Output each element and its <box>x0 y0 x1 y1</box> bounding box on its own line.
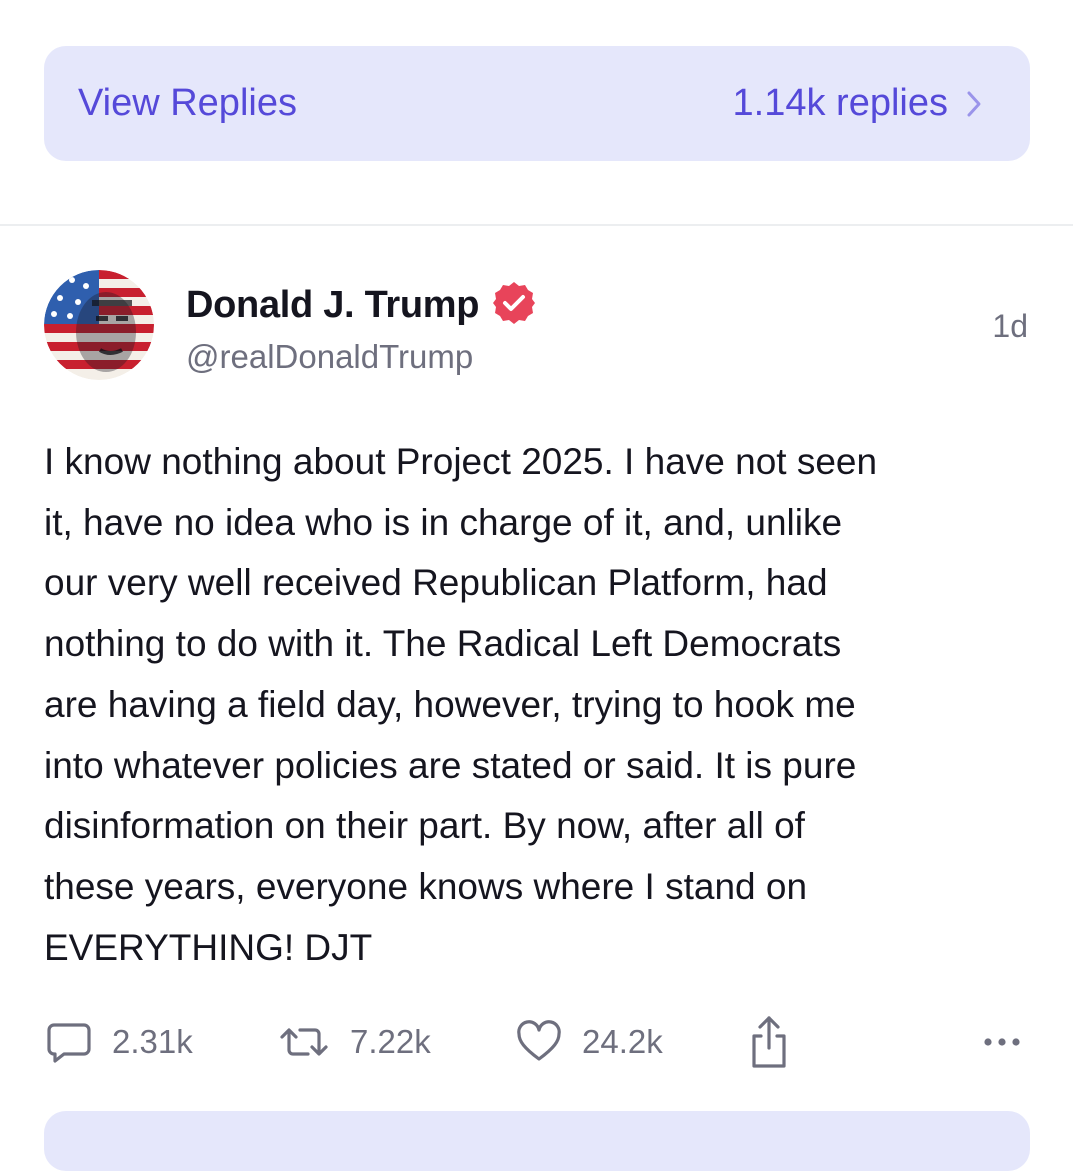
view-replies-button[interactable]: View Replies 1.14k replies <box>44 46 1030 161</box>
next-replies-bar[interactable] <box>44 1111 1030 1171</box>
share-icon <box>744 1012 794 1072</box>
view-replies-label: View Replies <box>78 82 297 124</box>
comment-icon <box>44 1017 94 1067</box>
avatar[interactable] <box>44 270 154 380</box>
reply-button[interactable]: 2.31k <box>44 1012 193 1072</box>
more-horizontal-icon <box>980 1032 1024 1052</box>
reply-count: 2.31k <box>112 1023 193 1060</box>
replies-count-group: 1.14k replies <box>733 82 982 125</box>
chevron-right-icon <box>966 90 982 118</box>
section-divider <box>0 224 1073 226</box>
more-options-button[interactable] <box>980 1012 1024 1072</box>
retruth-count: 7.22k <box>350 1023 431 1060</box>
retruth-button[interactable]: 7.22k <box>276 1012 431 1072</box>
author-handle[interactable]: @realDonaldTrump <box>186 338 473 376</box>
post-body: I know nothing about Project 2025. I hav… <box>44 441 878 968</box>
repost-icon <box>276 1017 332 1067</box>
post-timestamp: 1d <box>992 308 1028 344</box>
post-actions: 2.31k 7.22k 24.2k <box>44 1012 1030 1072</box>
author-name-row[interactable]: Donald J. Trump <box>186 280 537 331</box>
author-display-name: Donald J. Trump <box>186 284 480 326</box>
share-button[interactable] <box>744 1012 794 1072</box>
verified-badge-icon <box>491 280 537 331</box>
heart-icon <box>514 1017 564 1067</box>
replies-count: 1.14k replies <box>732 82 948 124</box>
like-count: 24.2k <box>582 1023 663 1060</box>
like-button[interactable]: 24.2k <box>514 1012 663 1072</box>
